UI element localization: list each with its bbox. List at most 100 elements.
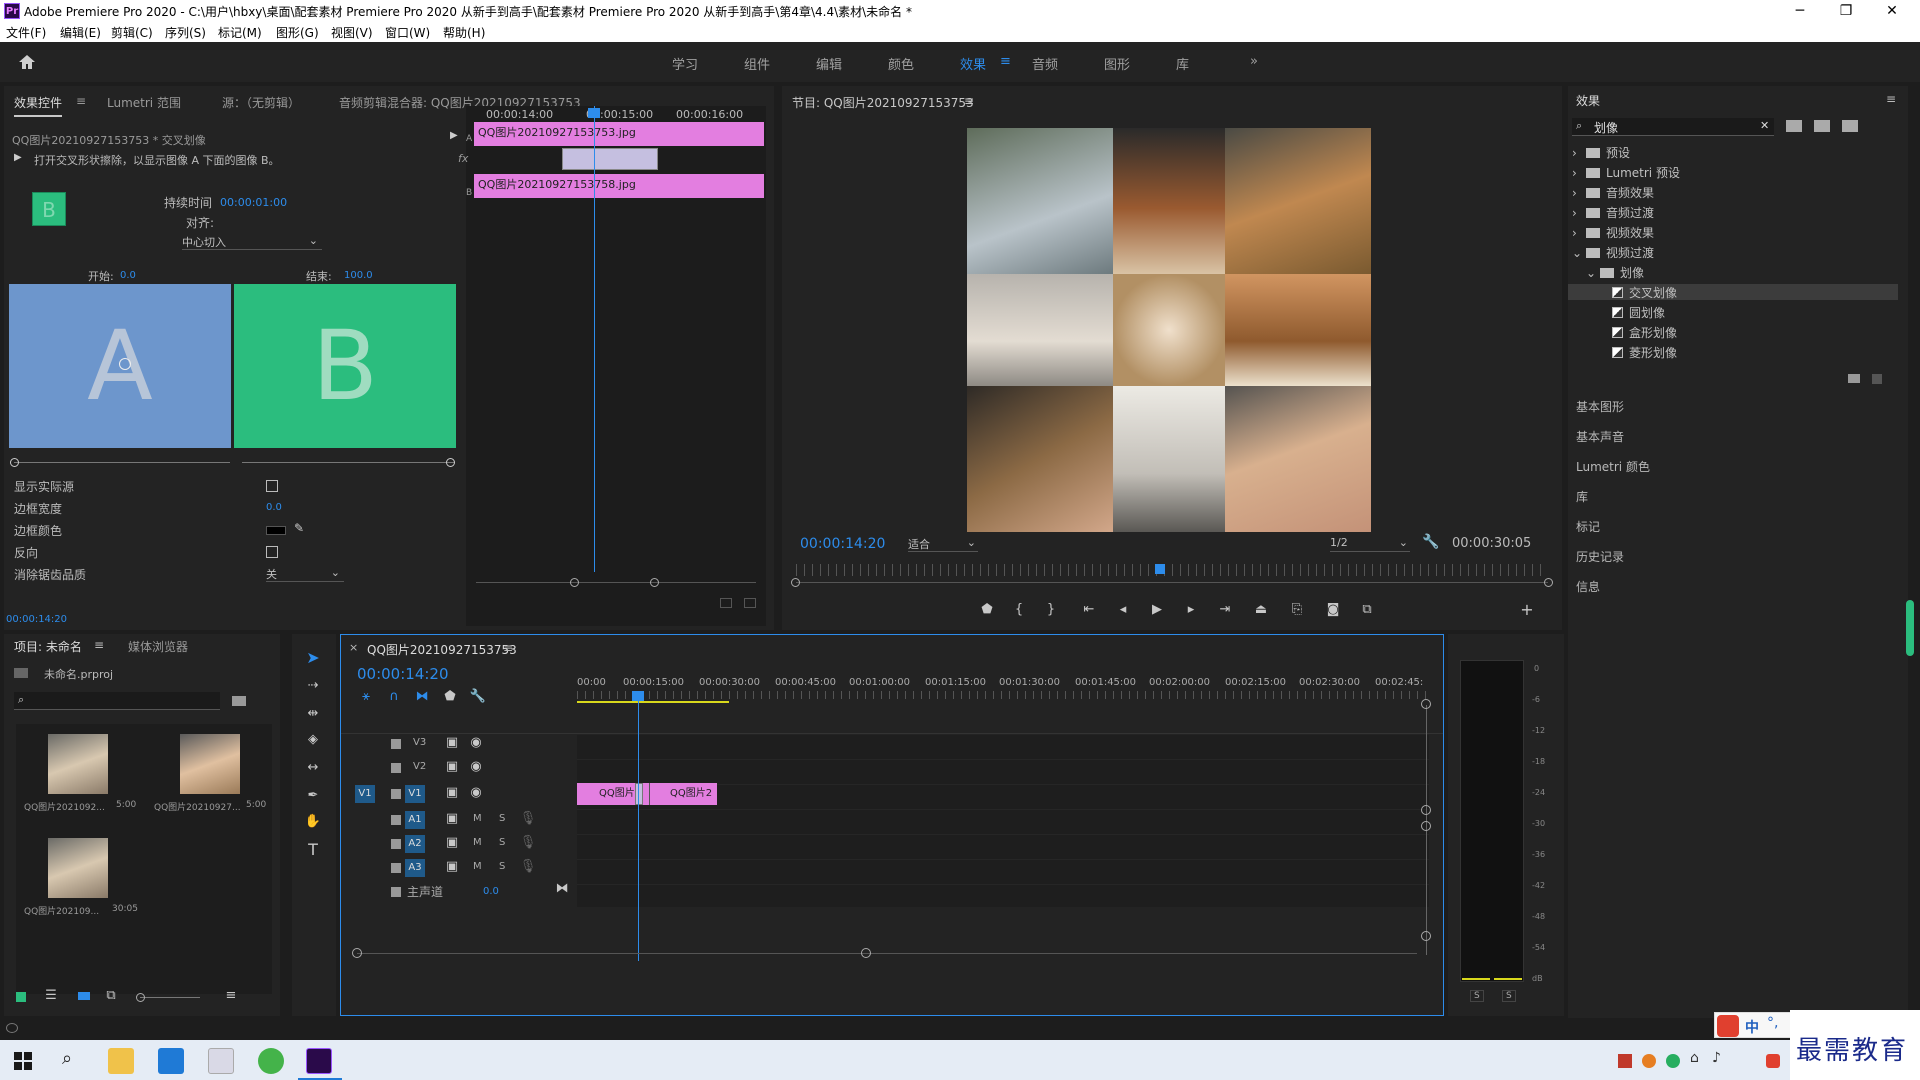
tree-item-lumetri-presets[interactable]: › Lumetri 预设 — [1568, 164, 1898, 180]
menu-graphics[interactable]: 图形(G) — [276, 24, 319, 41]
track-label-a3[interactable]: A3 — [405, 859, 425, 877]
hscroll-handle-right[interactable] — [861, 948, 871, 958]
program-time-ruler[interactable] — [796, 564, 1548, 576]
border-color-swatch[interactable] — [266, 526, 286, 535]
tree-item-presets[interactable]: › 预设 — [1568, 144, 1898, 160]
timeline-hscroll[interactable] — [357, 953, 1417, 954]
workspace-graphics[interactable]: 图形 — [1104, 54, 1130, 73]
lock-track-icon[interactable] — [391, 763, 401, 773]
tree-item-audio-effects[interactable]: › 音频效果 — [1568, 184, 1898, 200]
freeform-view-icon[interactable]: ⧉ — [100, 986, 122, 1006]
panel-menu-icon[interactable]: ≡ — [964, 94, 974, 108]
panel-menu-icon[interactable]: ≡ — [94, 638, 104, 652]
microphone-icon[interactable]: 🎙 — [517, 809, 539, 829]
track-label-a1[interactable]: A1 — [405, 811, 425, 829]
menu-file[interactable]: 文件(F) — [6, 24, 46, 41]
program-zoom-handle-left[interactable] — [791, 578, 800, 587]
mute-button[interactable]: M — [473, 813, 482, 824]
section-essential-sound[interactable]: 基本声音 — [1576, 428, 1624, 445]
tree-item-iris-diamond[interactable]: 菱形划像 — [1568, 344, 1898, 360]
ec-mini-timeline[interactable]: 00:00:14:00 00:00:15:00 00:00:16:00 A fx… — [458, 106, 766, 626]
mark-in-icon[interactable]: { — [1008, 600, 1030, 620]
section-libraries[interactable]: 库 — [1576, 488, 1588, 505]
tree-item-video-transitions[interactable]: ⌄ 视频过渡 — [1568, 244, 1898, 260]
workspace-editing[interactable]: 编辑 — [816, 54, 842, 73]
meter-solo-left[interactable]: S — [1470, 990, 1484, 1002]
tray-icon[interactable] — [1666, 1054, 1680, 1068]
end-slider-handle[interactable] — [446, 458, 455, 467]
track-select-tool-icon[interactable]: ⇢ — [302, 676, 324, 696]
tree-item-iris-box[interactable]: 盒形划像 — [1568, 324, 1898, 340]
windows-start-icon[interactable] — [14, 1052, 32, 1070]
workspace-learning[interactable]: 学习 — [672, 54, 698, 73]
linked-selection-icon[interactable]: ⧓ — [411, 687, 433, 707]
lock-track-icon[interactable] — [391, 839, 401, 849]
mute-button[interactable]: M — [473, 837, 482, 848]
media-thumbnail[interactable] — [48, 838, 108, 898]
fit-dropdown[interactable]: 适合 ⌄ — [908, 536, 978, 552]
play-icon[interactable]: ▶ — [1146, 600, 1168, 620]
minimize-button[interactable]: ─ — [1780, 1, 1820, 21]
export-frame-icon[interactable] — [720, 598, 732, 608]
new-bin-icon[interactable] — [232, 696, 246, 706]
menu-marker[interactable]: 标记(M) — [218, 24, 262, 41]
tab-media-browser[interactable]: 媒体浏览器 — [128, 638, 188, 655]
network-icon[interactable]: ⌂ — [1690, 1050, 1699, 1066]
mute-button[interactable]: M — [473, 861, 482, 872]
menu-view[interactable]: 视图(V) — [331, 24, 373, 41]
section-essential-graphics[interactable]: 基本图形 — [1576, 398, 1624, 415]
type-tool-icon[interactable]: T — [302, 840, 324, 860]
start-slider[interactable] — [14, 462, 230, 463]
maximize-button[interactable]: ❐ — [1826, 1, 1866, 21]
tray-icon[interactable] — [1618, 1054, 1632, 1068]
center-handle-icon[interactable] — [119, 358, 131, 370]
eye-icon[interactable]: ◉ — [465, 757, 487, 777]
mark-out-icon[interactable]: } — [1040, 600, 1062, 620]
start-value[interactable]: 0.0 — [120, 270, 136, 281]
effects-search-input[interactable]: ⌕ 划像 ✕ — [1572, 118, 1774, 136]
go-to-out-icon[interactable]: ⇥ — [1214, 600, 1236, 620]
track-label-a2[interactable]: A2 — [405, 835, 425, 853]
add-marker-icon[interactable]: ⬟ — [976, 600, 998, 620]
program-video-frame[interactable] — [967, 128, 1371, 532]
solo-button[interactable]: S — [499, 837, 505, 848]
accelerated-effects-icon[interactable] — [1786, 120, 1802, 132]
solo-button[interactable]: S — [499, 813, 505, 824]
tree-item-iris[interactable]: ⌄ 划像 — [1568, 264, 1898, 280]
workspace-more-button[interactable]: » — [1250, 54, 1258, 69]
program-playhead[interactable] — [1155, 564, 1165, 574]
timeline-playhead[interactable] — [638, 691, 639, 961]
vscroll-handle-mid[interactable] — [1421, 805, 1431, 815]
mini-playhead-handle[interactable] — [588, 108, 600, 118]
project-search-input[interactable]: ⌕ — [14, 692, 220, 710]
sync-lock-icon[interactable]: ▣ — [441, 783, 463, 803]
microphone-icon[interactable]: 🎙 — [517, 857, 539, 877]
wrench-icon[interactable]: 🔧 — [1422, 534, 1439, 550]
section-markers[interactable]: 标记 — [1576, 518, 1600, 535]
menu-edit[interactable]: 编辑(E) — [60, 24, 101, 41]
lock-track-icon[interactable] — [391, 739, 401, 749]
add-marker-icon[interactable]: ⬟ — [439, 687, 461, 707]
sync-lock-icon[interactable]: ▣ — [441, 757, 463, 777]
tree-item-iris-cross[interactable]: 交叉划像 — [1568, 284, 1898, 300]
vscroll-handle-top[interactable] — [1421, 699, 1431, 709]
end-value[interactable]: 100.0 — [344, 270, 373, 281]
mini-clip-b[interactable]: QQ图片20210927153758.jpg — [474, 174, 764, 198]
lock-track-icon[interactable] — [391, 887, 401, 897]
lock-track-icon[interactable] — [391, 815, 401, 825]
duration-value[interactable]: 00:00:01:00 — [220, 196, 287, 209]
sync-lock-icon[interactable]: ▣ — [441, 857, 463, 877]
meter-solo-right[interactable]: S — [1502, 990, 1516, 1002]
transition-block[interactable] — [562, 148, 658, 170]
menu-clip[interactable]: 剪辑(C) — [111, 24, 153, 41]
hand-tool-icon[interactable]: ✋ — [302, 812, 324, 832]
section-info[interactable]: 信息 — [1576, 578, 1600, 595]
menu-sequence[interactable]: 序列(S) — [165, 24, 206, 41]
workspace-audio[interactable]: 音频 — [1032, 54, 1058, 73]
border-width-value[interactable]: 0.0 — [266, 502, 282, 513]
workspace-menu-icon[interactable]: ≡ — [1000, 54, 1011, 69]
ime-punctuation-icon[interactable]: °, — [1767, 1015, 1778, 1031]
timeline-transition[interactable] — [635, 783, 643, 805]
mini-playhead[interactable] — [594, 106, 595, 572]
sort-icon[interactable]: ≡ — [220, 986, 242, 1006]
